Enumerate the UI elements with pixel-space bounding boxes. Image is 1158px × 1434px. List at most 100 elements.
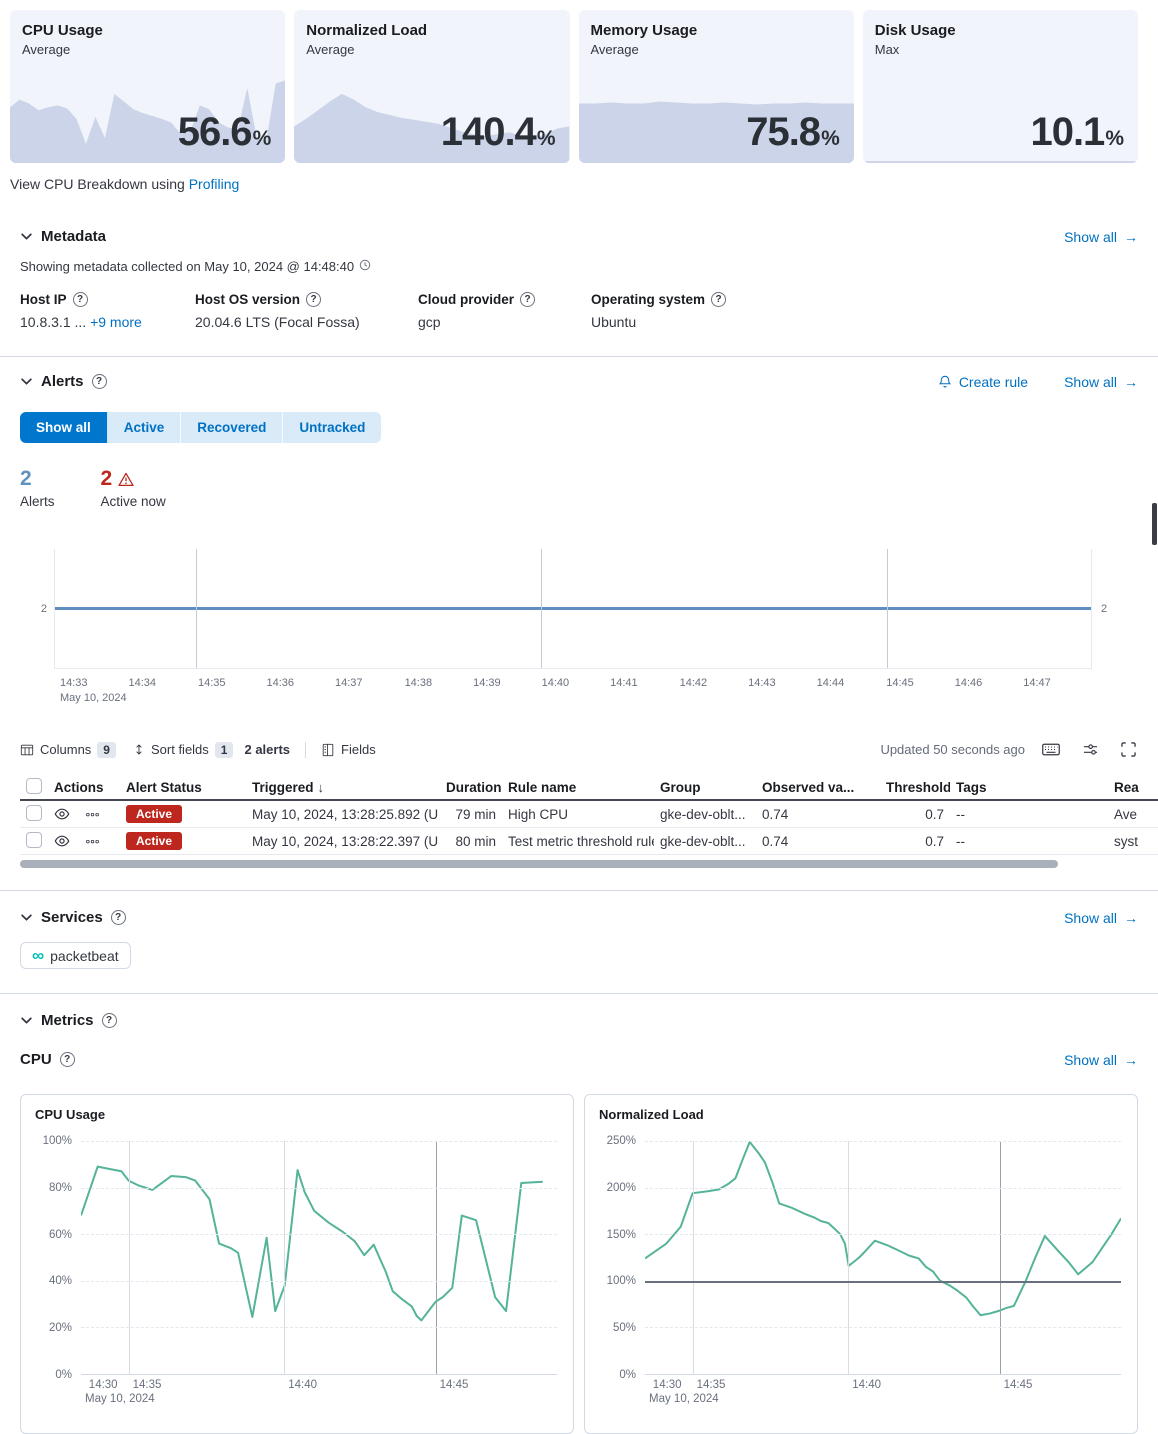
col-triggered[interactable]: Triggered↓ xyxy=(246,780,440,795)
question-icon[interactable]: ? xyxy=(711,292,726,307)
x-tick-label: 14:43 xyxy=(748,677,776,689)
alerts-count-text: 2 alerts xyxy=(244,742,290,757)
columns-count-badge: 9 xyxy=(97,742,116,758)
keyboard-shortcuts-button[interactable] xyxy=(1040,741,1062,758)
metric-charts-row: CPU Usage 0%20%40%60%80%100% 14:3014:351… xyxy=(0,1094,1158,1434)
col-observed-value[interactable]: Observed va... xyxy=(756,780,880,795)
alerts-filter-tabs: Show all Active Recovered Untracked xyxy=(20,412,381,443)
table-row[interactable]: Active May 10, 2024, 13:28:25.892 (U 79 … xyxy=(20,801,1158,828)
section-divider xyxy=(0,993,1158,994)
question-icon[interactable]: ? xyxy=(520,292,535,307)
tab-active[interactable]: Active xyxy=(108,412,182,443)
alerts-table: Actions Alert Status Triggered↓ Duration… xyxy=(20,775,1158,868)
cpu-plot-area: 14:3014:3514:4014:45 May 10, 2024 xyxy=(81,1141,557,1375)
question-icon[interactable]: ? xyxy=(111,910,126,925)
chevron-down-icon[interactable] xyxy=(20,1014,33,1027)
grid-settings-icon[interactable] xyxy=(1081,740,1100,759)
col-group[interactable]: Group xyxy=(654,780,756,795)
more-ips-link[interactable]: +9 more xyxy=(90,314,142,330)
horizontal-scrollbar[interactable] xyxy=(20,860,1058,868)
alerts-show-all-link[interactable]: Show all→ xyxy=(1064,374,1138,390)
chevron-down-icon[interactable] xyxy=(20,375,33,388)
col-rule-name[interactable]: Rule name xyxy=(502,780,654,795)
question-icon[interactable]: ? xyxy=(306,292,321,307)
y-axis-label-left: 2 xyxy=(20,549,54,669)
col-alert-status[interactable]: Alert Status xyxy=(120,780,246,795)
col-duration[interactable]: Duration xyxy=(440,780,502,795)
horizontal-gridline xyxy=(645,1234,1121,1235)
cell-duration: 80 min xyxy=(440,834,502,849)
question-icon[interactable]: ? xyxy=(73,292,88,307)
alerts-timeline-chart[interactable]: 2 2 xyxy=(20,549,1138,669)
row-actions-icon[interactable] xyxy=(86,808,99,821)
timeline-x-axis: 14:3314:3414:3514:3614:3714:3814:3914:40… xyxy=(54,677,1092,691)
profiling-link[interactable]: Profiling xyxy=(189,176,240,192)
columns-button[interactable]: Columns 9 xyxy=(20,742,116,758)
question-icon[interactable]: ? xyxy=(60,1052,75,1067)
cpu-usage-chart-panel[interactable]: CPU Usage 0%20%40%60%80%100% 14:3014:351… xyxy=(20,1094,574,1434)
services-show-all-link[interactable]: Show all→ xyxy=(1064,910,1138,926)
cell-tags: -- xyxy=(950,807,1108,822)
arrow-right-icon: → xyxy=(1124,1052,1138,1068)
kpi-card-normalized-load[interactable]: Normalized Load Average 140.4% xyxy=(294,10,569,163)
col-reason[interactable]: Rea xyxy=(1108,780,1158,795)
x-tick-label: 14:44 xyxy=(817,677,845,689)
metadata-section: Metadata Show all→ Showing metadata coll… xyxy=(0,228,1158,330)
row-actions-icon[interactable] xyxy=(86,835,99,848)
fields-icon xyxy=(321,743,335,757)
select-all-checkbox[interactable] xyxy=(26,778,42,794)
row-checkbox[interactable] xyxy=(26,805,42,821)
cell-duration: 79 min xyxy=(440,807,502,822)
vertical-gridline xyxy=(541,549,542,668)
col-threshold[interactable]: Threshold xyxy=(880,780,950,795)
table-row[interactable]: Active May 10, 2024, 13:28:22.397 (U 80 … xyxy=(20,828,1158,855)
service-chip-packetbeat[interactable]: ∞ packetbeat xyxy=(20,942,131,969)
cell-reason: syst xyxy=(1108,834,1158,849)
kpi-subtitle: Average xyxy=(22,42,285,57)
status-badge: Active xyxy=(126,832,182,850)
question-icon[interactable]: ? xyxy=(102,1013,117,1028)
kpi-card-memory-usage[interactable]: Memory Usage Average 75.8% xyxy=(579,10,854,163)
tab-recovered[interactable]: Recovered xyxy=(181,412,283,443)
kpi-card-cpu-usage[interactable]: CPU Usage Average 56.6% xyxy=(10,10,285,163)
metadata-field-os-version: Host OS version? 20.04.6 LTS (Focal Foss… xyxy=(195,292,390,330)
cpu-show-all-link[interactable]: Show all→ xyxy=(1064,1052,1138,1068)
question-icon[interactable]: ? xyxy=(92,374,107,389)
x-tick-label: 14:35 xyxy=(693,1379,726,1391)
x-tick-label: 14:35 xyxy=(198,677,226,689)
create-rule-link[interactable]: Create rule xyxy=(938,374,1028,390)
row-checkbox[interactable] xyxy=(26,832,42,848)
cell-rule-name: Test metric threshold rule xyxy=(502,834,654,849)
metadata-section-title: Metadata xyxy=(41,228,106,245)
horizontal-gridline xyxy=(645,1327,1121,1328)
section-divider xyxy=(0,356,1158,357)
y-tick-label: 40% xyxy=(49,1275,72,1287)
fields-button[interactable]: Fields xyxy=(321,742,376,757)
view-alert-eye-icon[interactable] xyxy=(54,833,70,849)
kpi-title: Normalized Load xyxy=(306,22,569,39)
x-axis-date: May 10, 2024 xyxy=(85,1393,155,1405)
normalized-load-chart-panel[interactable]: Normalized Load 0%50%100%150%200%250% 14… xyxy=(584,1094,1138,1434)
warning-triangle-icon xyxy=(118,472,134,487)
vertical-gridline xyxy=(848,1141,849,1374)
sort-fields-button[interactable]: Sort fields 1 xyxy=(133,742,234,758)
active-now-stat: 2 Active now xyxy=(101,467,166,509)
view-alert-eye-icon[interactable] xyxy=(54,806,70,822)
chevron-down-icon[interactable] xyxy=(20,911,33,924)
tab-untracked[interactable]: Untracked xyxy=(283,412,381,443)
page-scrollbar-thumb[interactable] xyxy=(1152,503,1157,545)
col-tags[interactable]: Tags xyxy=(950,780,1108,795)
metadata-show-all-link[interactable]: Show all→ xyxy=(1064,229,1138,245)
kpi-card-row: CPU Usage Average 56.6% Normalized Load … xyxy=(0,0,1158,163)
col-actions[interactable]: Actions xyxy=(48,780,120,795)
x-tick-label: 14:33 xyxy=(60,677,88,689)
chevron-down-icon[interactable] xyxy=(20,230,33,243)
kpi-subtitle: Max xyxy=(875,42,1138,57)
kpi-title: Memory Usage xyxy=(591,22,854,39)
fullscreen-icon[interactable] xyxy=(1119,740,1138,759)
kpi-card-disk-usage[interactable]: Disk Usage Max 10.1% xyxy=(863,10,1138,163)
vertical-gridline xyxy=(284,1141,285,1374)
cell-triggered: May 10, 2024, 13:28:22.397 (U xyxy=(246,834,440,849)
tab-show-all[interactable]: Show all xyxy=(20,412,108,443)
x-tick-label: 14:45 xyxy=(886,677,914,689)
